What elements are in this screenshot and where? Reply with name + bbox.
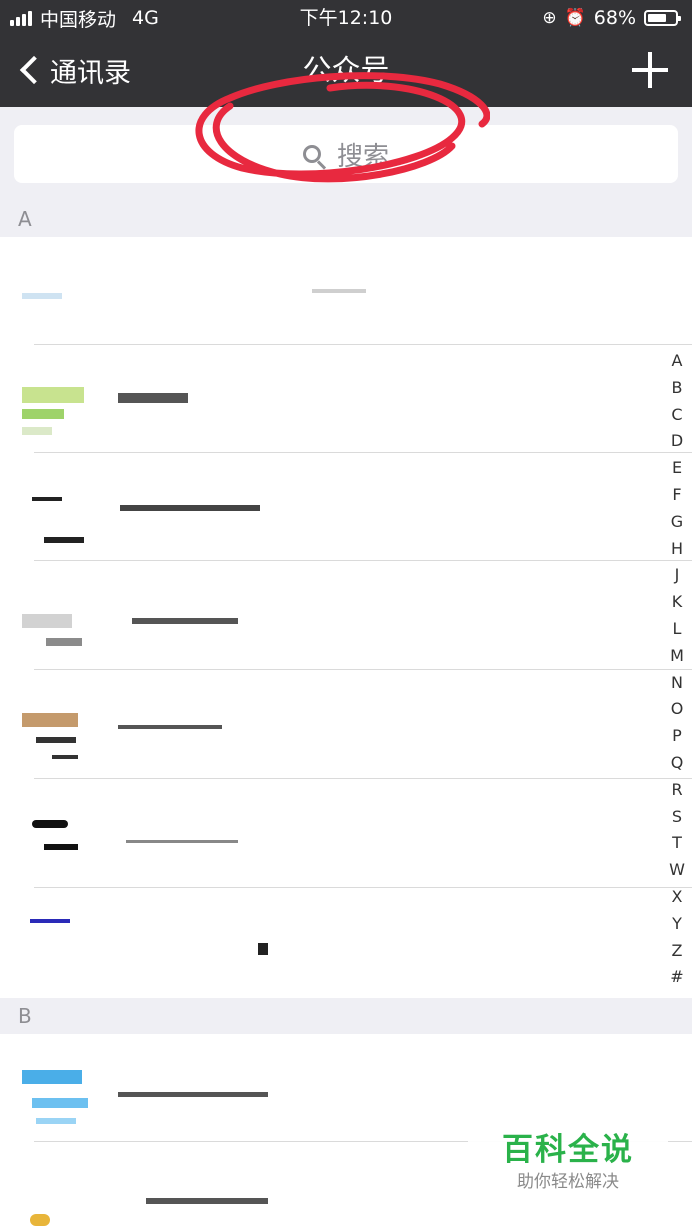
index-letter[interactable]: F xyxy=(662,482,692,509)
index-letter[interactable]: H xyxy=(662,536,692,563)
contact-name-redacted xyxy=(312,289,366,293)
avatar xyxy=(22,909,92,979)
index-letter[interactable]: W xyxy=(662,857,692,884)
index-letter[interactable]: J xyxy=(662,562,692,589)
status-right: ⊕ ⏰ 68% xyxy=(542,5,681,31)
list-item[interactable] xyxy=(0,780,692,888)
index-letter[interactable]: L xyxy=(662,616,692,643)
contact-name-redacted xyxy=(118,1092,268,1097)
list-item[interactable] xyxy=(0,453,692,561)
section-letter: A xyxy=(18,207,32,231)
index-letter[interactable]: O xyxy=(662,696,692,723)
watermark-title: 百科全说 xyxy=(502,1132,634,1168)
watermark: 百科全说 助你轻松解决 xyxy=(468,1128,668,1200)
search-input[interactable]: 搜索 xyxy=(14,125,678,183)
index-letter[interactable]: K xyxy=(662,589,692,616)
battery-icon xyxy=(644,10,681,26)
contact-name-redacted xyxy=(118,393,188,403)
avatar xyxy=(22,257,92,327)
list-item[interactable] xyxy=(0,1034,692,1142)
index-letter[interactable]: D xyxy=(662,428,692,455)
index-letter[interactable]: C xyxy=(662,402,692,429)
index-letter[interactable]: Y xyxy=(662,911,692,938)
index-letter[interactable]: Z xyxy=(662,938,692,965)
row-divider xyxy=(34,669,692,670)
plus-icon[interactable] xyxy=(632,52,668,88)
index-letter[interactable]: B xyxy=(662,375,692,402)
alarm-icon: ⏰ xyxy=(564,8,586,28)
row-divider xyxy=(34,887,692,888)
status-bar: 中国移动 4G 下午12:10 ⊕ ⏰ 68% xyxy=(0,0,692,36)
contact-name-redacted xyxy=(126,840,238,843)
avatar xyxy=(22,582,92,652)
contact-name-redacted xyxy=(258,943,268,955)
section-header-b: B xyxy=(0,998,692,1034)
battery-percent: 68% xyxy=(593,7,636,29)
index-letter[interactable]: T xyxy=(662,830,692,857)
row-divider xyxy=(34,560,692,561)
contact-name-redacted xyxy=(118,725,222,729)
page-title: 公众号 xyxy=(302,53,390,87)
contact-name-redacted xyxy=(120,505,260,511)
orientation-lock-icon: ⊕ xyxy=(542,8,557,28)
index-letter[interactable]: # xyxy=(662,964,692,991)
navigation-bar: 通讯录 公众号 xyxy=(0,36,692,107)
avatar xyxy=(22,1162,92,1232)
avatar xyxy=(22,365,92,435)
contact-name-redacted xyxy=(146,1198,268,1204)
top-bar: 中国移动 4G 下午12:10 ⊕ ⏰ 68% 通讯录 公众号 xyxy=(0,0,692,107)
index-letter[interactable]: R xyxy=(662,777,692,804)
index-letter[interactable]: E xyxy=(662,455,692,482)
section-header-a: A xyxy=(0,201,692,237)
index-letter[interactable]: A xyxy=(662,348,692,375)
index-letter[interactable]: P xyxy=(662,723,692,750)
list-item[interactable] xyxy=(0,345,692,453)
index-letter[interactable]: N xyxy=(662,670,692,697)
avatar xyxy=(22,800,92,870)
alphabet-index[interactable]: A B C D E F G H J K L M N O P Q R S T W … xyxy=(662,348,692,991)
list-item[interactable] xyxy=(0,671,692,779)
index-letter[interactable]: Q xyxy=(662,750,692,777)
row-divider xyxy=(34,778,692,779)
avatar xyxy=(22,1054,92,1124)
list-item[interactable] xyxy=(0,237,692,345)
contact-name-redacted xyxy=(132,618,238,624)
index-letter[interactable]: X xyxy=(662,884,692,911)
watermark-subtitle: 助你轻松解决 xyxy=(517,1172,619,1192)
section-letter: B xyxy=(18,1004,32,1028)
index-letter[interactable]: M xyxy=(662,643,692,670)
search-placeholder: 搜索 xyxy=(336,141,389,172)
avatar xyxy=(22,691,92,761)
index-letter[interactable]: S xyxy=(662,804,692,831)
index-letter[interactable]: G xyxy=(662,509,692,536)
search-icon xyxy=(302,145,321,163)
search-area: 搜索 xyxy=(0,107,692,201)
list-item[interactable] xyxy=(0,562,692,670)
list-item[interactable] xyxy=(0,889,692,998)
avatar xyxy=(22,473,92,543)
